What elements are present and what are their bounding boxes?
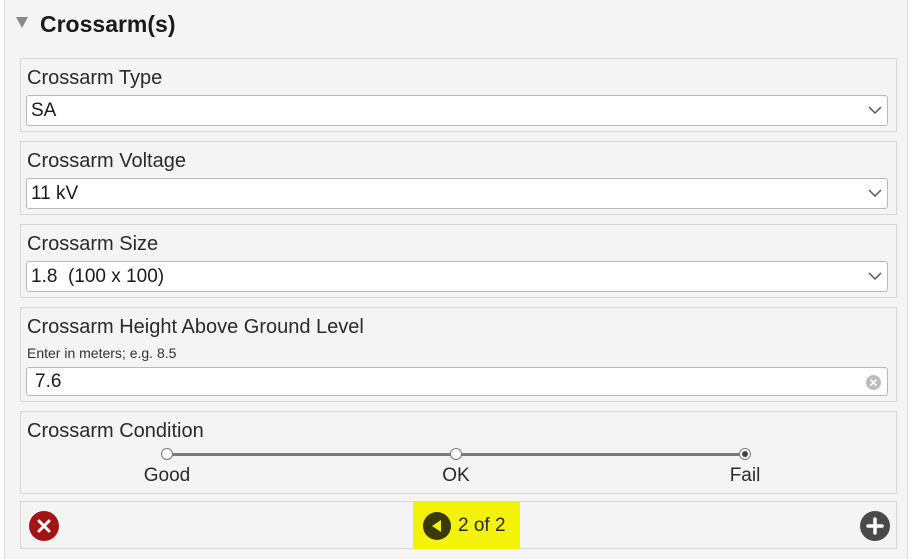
collapse-triangle-icon[interactable] <box>16 17 28 28</box>
chevron-down-icon <box>868 272 882 281</box>
previous-button[interactable] <box>423 512 451 540</box>
clear-icon[interactable] <box>865 374 882 391</box>
select-value: 11 kV <box>31 183 79 204</box>
footer-bar: 2 of 2 <box>20 501 897 549</box>
delete-button[interactable] <box>29 511 59 541</box>
pager-count: 2 of 2 <box>458 515 506 536</box>
add-button[interactable] <box>860 511 890 541</box>
field-label: Crossarm Voltage <box>27 150 186 172</box>
select-value: 1.8 (100 x 100) <box>31 266 165 287</box>
field-label: Crossarm Condition <box>27 420 204 442</box>
condition-stop-ok[interactable] <box>450 448 462 460</box>
section-title: Crossarm(s) <box>40 11 176 37</box>
condition-label-good: Good <box>143 465 191 486</box>
field-crossarm-condition: Crossarm Condition Good OK Fail <box>20 411 897 494</box>
field-label: Crossarm Height Above Ground Level <box>27 316 364 338</box>
field-label: Crossarm Type <box>27 67 163 89</box>
field-crossarm-voltage: Crossarm Voltage 11 kV <box>20 141 897 215</box>
plus-icon <box>866 517 884 535</box>
field-hint: Enter in meters; e.g. 8.5 <box>27 345 177 361</box>
pager: 2 of 2 <box>413 502 520 549</box>
crossarm-voltage-select[interactable]: 11 kV <box>26 178 888 209</box>
input-value: 7.6 <box>35 371 62 392</box>
previous-arrow-icon <box>432 520 441 532</box>
section-header[interactable]: Crossarm(s) <box>5 0 907 48</box>
crossarm-height-input[interactable]: 7.6 <box>26 367 888 396</box>
delete-x-icon <box>37 519 51 533</box>
field-label: Crossarm Size <box>27 233 159 255</box>
field-crossarm-type: Crossarm Type SA <box>20 58 897 132</box>
chevron-down-icon <box>868 189 882 198</box>
crossarm-panel: Crossarm(s) Crossarm Type SA Crossarm Vo… <box>4 0 908 559</box>
field-crossarm-height: Crossarm Height Above Ground Level Enter… <box>20 307 897 402</box>
chevron-down-icon <box>868 106 882 115</box>
condition-label-fail: Fail <box>729 465 761 486</box>
field-crossarm-size: Crossarm Size 1.8 (100 x 100) <box>20 224 897 298</box>
crossarm-size-select[interactable]: 1.8 (100 x 100) <box>26 261 888 292</box>
condition-stop-good[interactable] <box>161 448 173 460</box>
crossarm-type-select[interactable]: SA <box>26 95 888 126</box>
condition-stop-fail[interactable] <box>739 448 751 460</box>
condition-label-ok: OK <box>442 465 470 486</box>
select-value: SA <box>31 100 57 121</box>
